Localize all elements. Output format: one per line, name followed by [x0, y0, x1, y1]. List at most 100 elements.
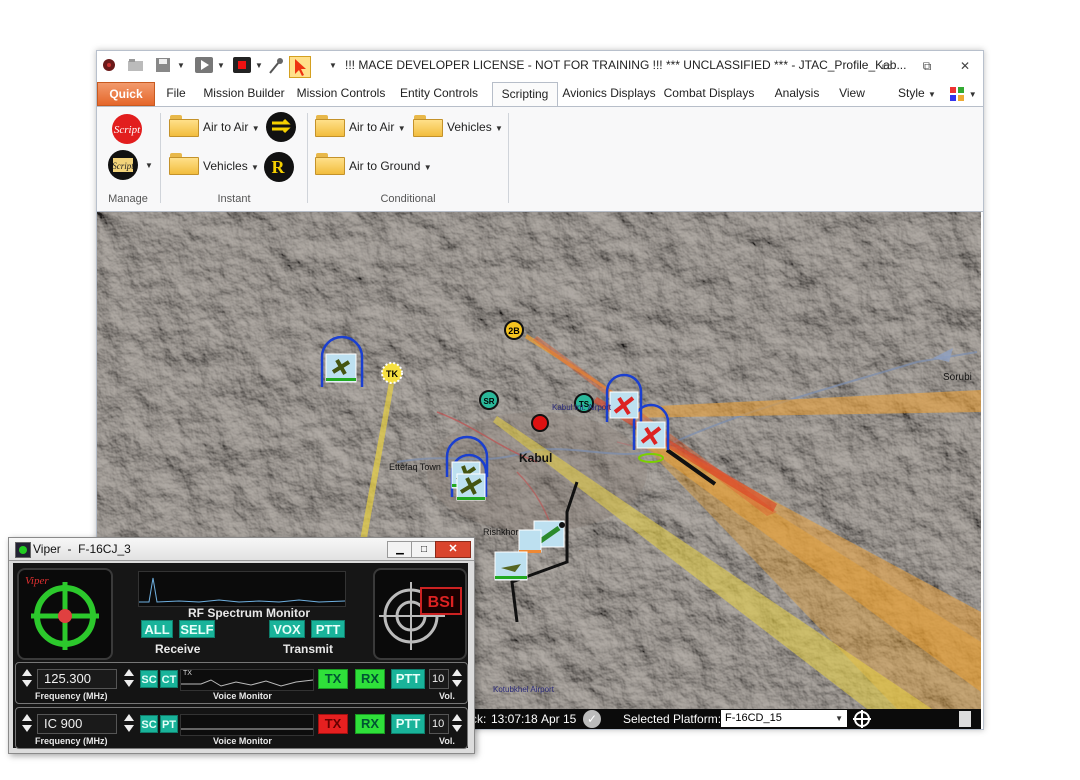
- radio-1-rx-button[interactable]: RX: [355, 669, 385, 689]
- play-dropdown-icon[interactable]: ▼: [217, 57, 225, 75]
- group-label-manage: Manage: [108, 193, 148, 205]
- tab-scripting[interactable]: Scripting: [492, 82, 558, 106]
- folder-icon: [315, 153, 345, 175]
- viper-title-bar[interactable]: Viper - F-16CJ_3 ▁ □ ✕: [9, 538, 474, 561]
- rx-button[interactable]: R: [263, 151, 295, 183]
- radio-2-ptt-button[interactable]: PTT: [391, 714, 425, 734]
- title-bar: ▼ ▼ ▼ ▼ !!! MACE DEVELOPER LICENSE - NOT…: [97, 51, 983, 81]
- rf-spectrum-label: RF Spectrum Monitor: [188, 606, 310, 620]
- vox-button[interactable]: VOX: [269, 620, 305, 638]
- ptt-mode-button[interactable]: PTT: [311, 620, 345, 638]
- radio-1-volume-spinner-icon[interactable]: [451, 669, 463, 687]
- radio-1-voice-monitor: TX: [180, 669, 314, 691]
- tab-quick[interactable]: Quick: [97, 82, 155, 106]
- threat-marker[interactable]: [531, 414, 549, 432]
- viper-minimize-icon[interactable]: ▁: [387, 541, 413, 558]
- ground-unit-icon[interactable]: [518, 529, 542, 553]
- crosshair-icon[interactable]: [853, 710, 871, 728]
- open-icon[interactable]: [127, 57, 145, 75]
- marker-tk[interactable]: TK: [381, 362, 403, 384]
- save-dropdown-icon[interactable]: ▼: [177, 57, 185, 75]
- radio-2-frequency-spinner-icon[interactable]: [21, 714, 33, 732]
- self-button[interactable]: SELF: [179, 620, 215, 638]
- conditional-vehicles-button[interactable]: Vehicles ▼: [447, 120, 503, 134]
- folder-icon: [169, 153, 199, 175]
- check-icon[interactable]: ✓: [583, 710, 601, 728]
- stop-dropdown-icon[interactable]: ▼: [255, 57, 263, 75]
- radio-2-volume-spinner-icon[interactable]: [451, 714, 463, 732]
- app-icon: [101, 57, 117, 75]
- folder-icon: [169, 115, 199, 137]
- save-icon[interactable]: [155, 57, 171, 75]
- radio-1-frequency[interactable]: 125.300: [37, 669, 117, 689]
- instant-air-to-air-label: Air to Air: [203, 120, 249, 134]
- group-label-conditional: Conditional: [380, 193, 436, 205]
- all-button[interactable]: ALL: [141, 620, 173, 638]
- instant-air-to-air-button[interactable]: Air to Air ▼: [203, 120, 260, 134]
- radio-2-tx-button[interactable]: TX: [318, 714, 348, 734]
- radio-2-voice-monitor-label: Voice Monitor: [213, 736, 272, 746]
- viper-logo-text: Viper: [25, 575, 49, 587]
- tab-mission-builder[interactable]: Mission Builder: [199, 82, 289, 105]
- radio-1-tx-button[interactable]: TX: [318, 669, 348, 689]
- radio-1-frequency-spinner-icon[interactable]: [21, 669, 33, 687]
- radio-1-volume-label: Vol.: [439, 691, 455, 701]
- tab-mission-controls[interactable]: Mission Controls: [293, 82, 389, 105]
- script-manager-button[interactable]: Script: [111, 113, 143, 145]
- minimize-icon[interactable]: ▭: [877, 57, 897, 75]
- viper-restore-icon[interactable]: □: [411, 541, 437, 558]
- rx-icon-text: R: [272, 157, 286, 177]
- tab-entity-controls[interactable]: Entity Controls: [393, 82, 485, 105]
- tab-combat-displays[interactable]: Combat Displays: [663, 82, 755, 105]
- conditional-air-to-air-button[interactable]: Air to Air ▼: [349, 120, 406, 134]
- tab-file[interactable]: File: [157, 82, 195, 105]
- ground-unit-icon[interactable]: [494, 551, 528, 581]
- conditional-air-to-ground-button[interactable]: Air to Ground ▼: [349, 159, 432, 173]
- script-editor-dropdown-icon[interactable]: ▼: [145, 161, 153, 170]
- radio-2-channel-spinner-icon[interactable]: [123, 714, 135, 732]
- radio-1-frequency-label: Frequency (MHz): [35, 691, 108, 701]
- ribbon-tabs: Quick File Mission Builder Mission Contr…: [97, 82, 983, 106]
- platform-select[interactable]: F-16CD_15 ▼: [721, 710, 847, 727]
- clock-date: Apr 15: [541, 712, 577, 726]
- tab-analysis[interactable]: Analysis: [769, 82, 825, 105]
- radio-2-pt-button[interactable]: PT: [160, 715, 178, 733]
- script-editor-button[interactable]: Script: [107, 149, 139, 181]
- style-menu[interactable]: Style ▼: [897, 82, 937, 105]
- radio-1-channel-spinner-icon[interactable]: [123, 669, 135, 687]
- theme-grid-icon[interactable]: ▼: [945, 82, 981, 105]
- tab-avionics-displays[interactable]: Avionics Displays: [561, 82, 657, 105]
- radio-1-voice-monitor-label: Voice Monitor: [213, 691, 272, 701]
- select-pointer-icon[interactable]: [289, 56, 311, 78]
- bsi-logo-text: BSI: [428, 594, 455, 611]
- radio-1-volume[interactable]: 10: [429, 669, 449, 689]
- reroute-button[interactable]: [265, 111, 297, 143]
- restore-icon[interactable]: ⧉: [917, 57, 937, 75]
- viper-close-icon[interactable]: ✕: [435, 541, 471, 558]
- group-separator: [307, 113, 308, 203]
- viper-radio-window: Viper - F-16CJ_3 ▁ □ ✕ Viper RF Spectrum…: [8, 537, 475, 754]
- radio-1-sc-button[interactable]: SC: [140, 670, 158, 688]
- viper-app-icon: [15, 542, 31, 558]
- customize-qat-icon[interactable]: ▼: [329, 57, 337, 75]
- radio-1-ct-button[interactable]: CT: [160, 670, 178, 688]
- map-label-rishkhor: Rishkhor: [483, 527, 519, 537]
- radio-2-rx-button[interactable]: RX: [355, 714, 385, 734]
- marker-2b[interactable]: 2B: [504, 320, 524, 340]
- marker-sr[interactable]: SR: [479, 390, 499, 410]
- radio-2-sc-button[interactable]: SC: [140, 715, 158, 733]
- radio-1-ptt-button[interactable]: PTT: [391, 669, 425, 689]
- instant-vehicles-button[interactable]: Vehicles ▼: [203, 159, 259, 173]
- aircraft-icon[interactable]: [456, 473, 486, 501]
- aircraft-icon[interactable]: [325, 353, 357, 383]
- play-icon[interactable]: [195, 57, 213, 75]
- conditional-air-to-ground-label: Air to Ground: [349, 159, 421, 173]
- stop-icon[interactable]: [233, 57, 251, 75]
- hostile-aircraft-icon[interactable]: [609, 391, 639, 419]
- tab-view[interactable]: View: [833, 82, 871, 105]
- resize-grip-icon[interactable]: [959, 711, 971, 727]
- close-icon[interactable]: ✕: [955, 57, 975, 75]
- radio-2-frequency[interactable]: IC 900: [37, 714, 117, 734]
- wand-icon[interactable]: [267, 57, 285, 75]
- radio-2-volume[interactable]: 10: [429, 714, 449, 734]
